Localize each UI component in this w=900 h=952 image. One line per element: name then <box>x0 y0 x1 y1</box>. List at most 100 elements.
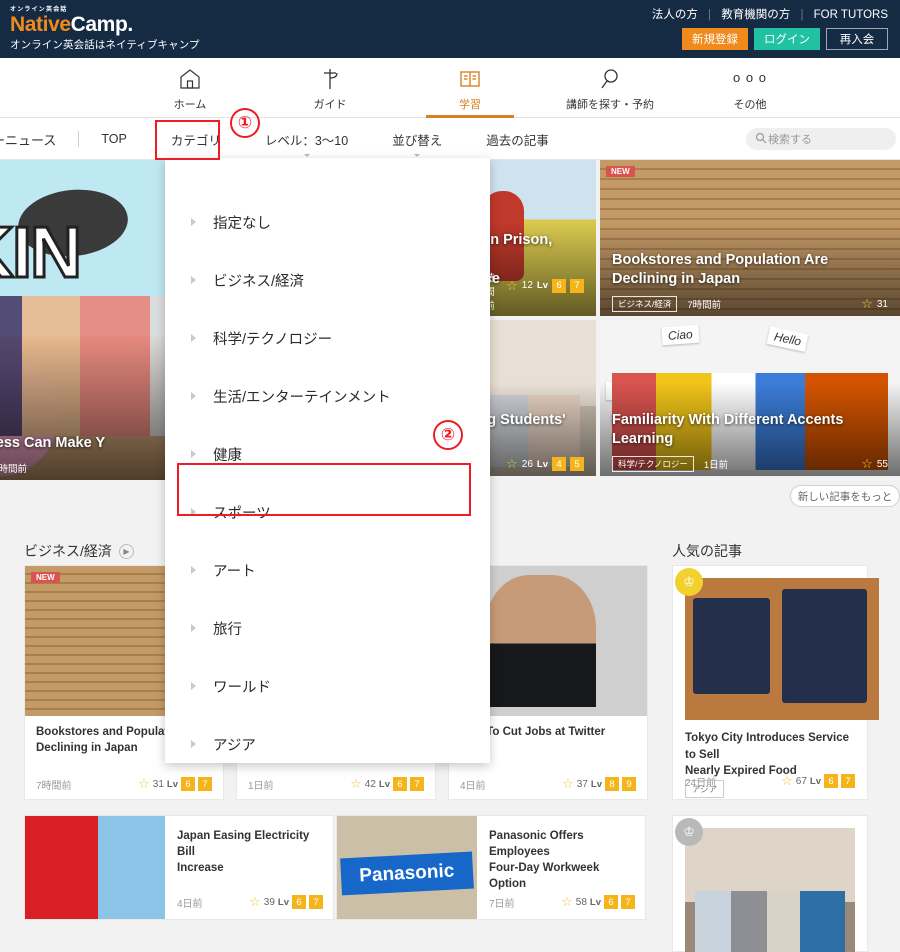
link-education[interactable]: 教育機関の方 <box>721 9 790 21</box>
business-wide-card-1-title: Japan Easing Electricity Bill Increase <box>177 830 310 875</box>
stats-group: ☆ 55 <box>861 456 888 472</box>
stats-group: ☆ 31 Lv 6 7 <box>138 776 212 792</box>
logo-camp-text: Camp. <box>70 13 134 36</box>
dropdown-item-label: ワールド <box>213 679 271 696</box>
header-top-links: 法人の方 | 教育機関の方 | FOR TUTORS <box>652 6 888 22</box>
popular-card-1[interactable]: ♔ Tokyo City Introduces Service to Sell … <box>672 565 879 800</box>
login-button[interactable]: ログイン <box>754 28 820 50</box>
favorite-count: 55 <box>876 458 888 470</box>
publish-time: 4日前 <box>177 898 203 910</box>
favorite-count: 58 <box>575 896 587 908</box>
sub-navigation: ーニュース TOP カテゴリ レベル：3〜10 並び替え 過去の記事 検索する <box>0 118 900 160</box>
rejoin-button[interactable]: 再入会 <box>826 28 888 50</box>
level-label: Lv <box>166 778 178 790</box>
chevron-right-icon[interactable]: ▶ <box>118 543 134 559</box>
dropdown-item-science[interactable]: 科学/テクノロジー <box>165 309 490 367</box>
level-to: 7 <box>410 777 424 791</box>
star-icon: ☆ <box>506 277 518 293</box>
subnav-item-sort[interactable]: 並び替え <box>392 130 442 157</box>
hero-card-2-meta: ビジネス/経済 7時間前 ☆ 31 <box>600 296 900 312</box>
stats-group: ☆ 58 Lv 6 7 <box>561 894 635 910</box>
level-from: 8 <box>605 777 619 791</box>
level-to: 7 <box>570 278 584 293</box>
header-action-buttons: 新規登録 ログイン 再入会 <box>682 28 888 50</box>
dropdown-item-travel[interactable]: 旅行 <box>165 599 490 657</box>
nav-item-other[interactable]: o o o その他 <box>680 58 820 118</box>
popular-card-2-image <box>685 828 855 952</box>
dropdown-item-business[interactable]: ビジネス/経済 <box>165 251 490 309</box>
load-more-articles-button[interactable]: 新しい記事をもっと <box>790 485 900 507</box>
level-label: Lv <box>590 778 602 790</box>
nav-label-learning: 学習 <box>459 98 481 111</box>
site-logo[interactable]: オンライン英会話 NativeCamp. オンライン英会話はネイティブキャンプ <box>10 4 200 52</box>
level-from: 6 <box>393 777 407 791</box>
signup-button[interactable]: 新規登録 <box>682 28 748 50</box>
link-for-tutors[interactable]: FOR TUTORS <box>814 9 888 21</box>
section-title-business-label: ビジネス/経済 <box>24 543 112 559</box>
subnav-item-level[interactable]: レベル：3〜10 <box>265 130 348 157</box>
category-dropdown-menu[interactable]: 指定なし ビジネス/経済 科学/テクノロジー 生活/エンターテインメント 健康 … <box>165 158 490 763</box>
search-input[interactable]: 検索する <box>746 128 896 150</box>
dropdown-item-lifestyle[interactable]: 生活/エンターテインメント <box>165 367 490 425</box>
dropdown-item-sports[interactable]: スポーツ <box>165 483 490 541</box>
favorite-count: 31 <box>876 298 888 310</box>
hero-card-4-meta: 科学/テクノロジー 1日前 ☆ 55 <box>600 456 900 472</box>
stats-group: ☆ 42 Lv 6 7 <box>350 776 424 792</box>
annotation-marker-2: ② <box>433 420 463 450</box>
level-to: 9 <box>622 777 636 791</box>
publish-time: 8時間前 <box>0 464 28 475</box>
search-icon <box>755 132 767 147</box>
hero-card-4[interactable]: Ciao Hello Hello Привет Hallo Familiarit… <box>600 320 900 476</box>
dropdown-item-label: 健康 <box>213 447 242 464</box>
subnav-divider <box>78 131 80 147</box>
site-header: オンライン英会話 NativeCamp. オンライン英会話はネイティブキャンプ … <box>0 0 900 58</box>
category-tag[interactable]: 科学/テクノロジー <box>612 456 694 472</box>
subnav-item-top[interactable]: TOP <box>101 132 126 146</box>
hero-card-2[interactable]: NEW Bookstores and Population Are Declin… <box>600 160 900 316</box>
popular-card-2[interactable]: ♔ <box>672 815 868 952</box>
nav-label-find-tutor: 講師を探す・予約 <box>566 98 654 111</box>
favorite-count: 26 <box>521 458 533 470</box>
level-to: 7 <box>309 895 323 909</box>
star-icon: ☆ <box>861 456 873 471</box>
link-corporate[interactable]: 法人の方 <box>652 9 698 21</box>
business-wide-card-2[interactable]: Panasonic Offers Employees Four-Day Work… <box>336 815 646 920</box>
hero-card-2-title: Bookstores and Population Are Declining … <box>612 251 829 288</box>
publish-time: 1日前 <box>248 780 274 792</box>
dropdown-item-label: スポーツ <box>213 505 271 522</box>
crown-icon: ♔ <box>675 818 703 846</box>
stats-group: ☆ 39 Lv 6 7 <box>249 894 323 910</box>
section-title-business[interactable]: ビジネス/経済 ▶ <box>24 541 134 561</box>
publish-time: 24日前 <box>685 777 717 789</box>
nav-item-find-tutor[interactable]: 講師を探す・予約 <box>540 58 680 118</box>
favorite-count: 67 <box>795 775 807 787</box>
book-icon <box>458 65 482 91</box>
dropdown-item-art[interactable]: アート <box>165 541 490 599</box>
main-navigation: ホーム ガイド 学習 講師を探す・予約 o o o その他 <box>0 58 900 118</box>
nav-item-learning[interactable]: 学習 <box>400 58 540 118</box>
level-to: 7 <box>198 777 212 791</box>
publish-time: 7時間前 <box>36 780 72 792</box>
level-to: 7 <box>621 895 635 909</box>
dropdown-item-world[interactable]: ワールド <box>165 657 490 715</box>
subnav-item-category[interactable]: カテゴリ <box>171 130 221 149</box>
dropdown-item-label: アート <box>213 563 256 580</box>
level-from: 6 <box>292 895 306 909</box>
subnav-item-past-articles[interactable]: 過去の記事 <box>486 130 549 149</box>
search-placeholder-text: 検索する <box>768 134 812 146</box>
category-tag[interactable]: ビジネス/経済 <box>612 296 678 312</box>
logo-supertext: オンライン英会話 <box>10 7 68 13</box>
dropdown-item-label: 生活/エンターテインメント <box>213 389 391 406</box>
dropdown-item-label: ビジネス/経済 <box>213 273 305 290</box>
business-wide-card-1[interactable]: Japan Easing Electricity Bill Increase 4… <box>24 815 334 920</box>
search-icon <box>598 65 622 91</box>
favorite-count: 39 <box>263 896 275 908</box>
nav-item-guide[interactable]: ガイド <box>260 58 400 118</box>
level-from: 6 <box>181 777 195 791</box>
chevron-right-icon <box>191 334 196 342</box>
dropdown-item-unspecified[interactable]: 指定なし <box>165 193 490 251</box>
dropdown-item-asia[interactable]: アジア <box>165 715 490 773</box>
divider: | <box>800 9 804 21</box>
home-icon <box>178 65 202 91</box>
hero-card-4-title: Familiarity With Different Accents Learn… <box>612 411 844 448</box>
